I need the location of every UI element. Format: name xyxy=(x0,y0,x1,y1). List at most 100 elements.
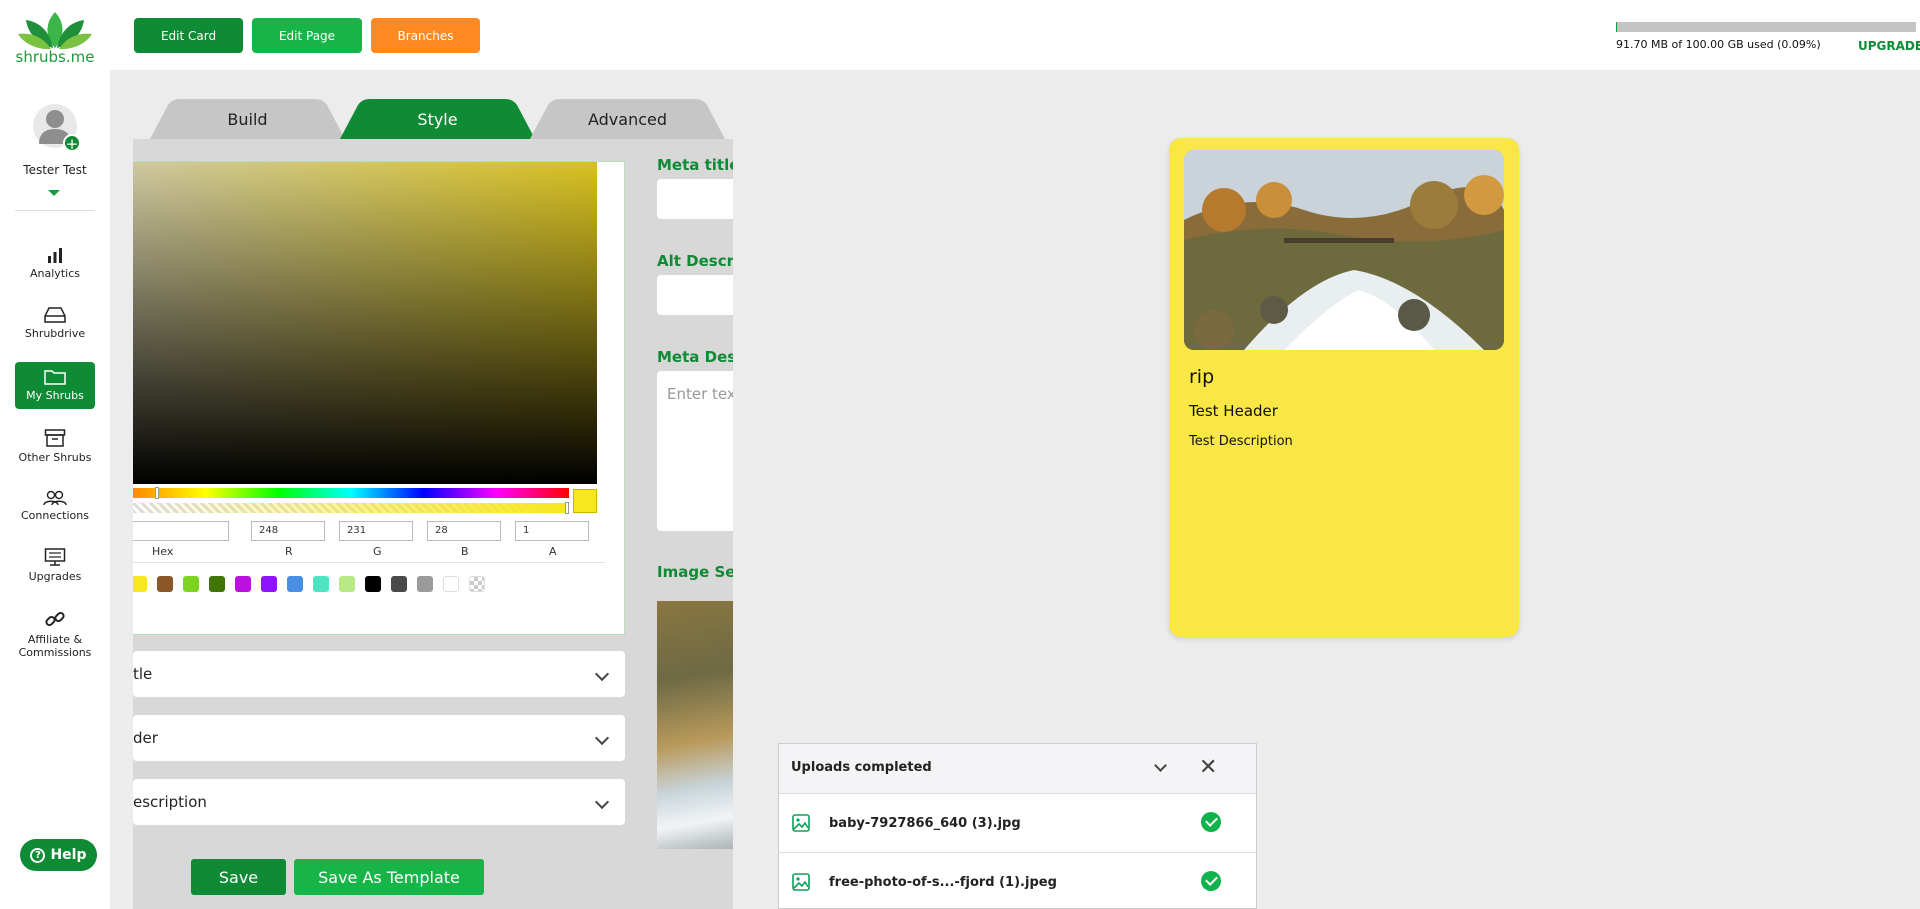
preset-swatch[interactable] xyxy=(391,576,407,592)
upload-row: baby-7927866_640 (3).jpg xyxy=(779,794,1256,852)
sidebar-item-label-2: Commissions xyxy=(18,646,92,659)
preset-swatch[interactable] xyxy=(313,576,329,592)
preset-swatch[interactable] xyxy=(157,576,173,592)
hue-slider-handle[interactable] xyxy=(155,487,159,499)
card-image xyxy=(1184,150,1504,350)
upload-file-name: free-photo-of-s...-fjord (1).jpeg xyxy=(829,875,1057,890)
preset-swatch[interactable] xyxy=(235,576,251,592)
accordion-header[interactable]: der xyxy=(133,715,625,761)
tab-label: Build xyxy=(227,109,268,129)
green-input[interactable]: 231 xyxy=(339,521,413,541)
card-description: Test Description xyxy=(1189,434,1293,449)
preset-swatch[interactable] xyxy=(261,576,277,592)
waterfall-image xyxy=(1184,150,1504,350)
preset-swatch[interactable] xyxy=(133,576,147,592)
avatar[interactable]: + xyxy=(33,104,81,153)
users-icon xyxy=(43,490,67,506)
alpha-input[interactable]: 1 xyxy=(515,521,589,541)
sidebar-item-my-shrubs[interactable]: My Shrubs xyxy=(15,362,95,409)
help-button[interactable]: ? Help xyxy=(20,839,97,871)
preset-swatch[interactable] xyxy=(339,576,355,592)
sidebar-item-affiliate[interactable]: Affiliate & Commissions xyxy=(15,610,95,659)
card-title: rip xyxy=(1189,366,1215,388)
hex-input[interactable] xyxy=(133,521,229,541)
hue-slider[interactable] xyxy=(133,488,569,498)
blue-label: B xyxy=(461,545,469,558)
sidebar-item-analytics[interactable]: Analytics xyxy=(15,246,95,280)
edit-card-button[interactable]: Edit Card xyxy=(134,18,243,53)
add-avatar-icon[interactable]: + xyxy=(63,134,81,153)
alt-description-input[interactable] xyxy=(657,275,733,315)
accordion-description[interactable]: escription xyxy=(133,779,625,825)
meta-title-label: Meta title xyxy=(657,156,733,174)
brand-name: shrubs.me xyxy=(15,48,95,66)
monitor-icon xyxy=(44,548,66,566)
preset-swatch[interactable] xyxy=(443,576,459,592)
hex-label: Hex xyxy=(152,545,174,558)
tab-style[interactable]: Style xyxy=(340,99,535,139)
collapse-chevron-icon[interactable] xyxy=(1154,759,1167,772)
upload-row: free-photo-of-s...-fjord (1).jpeg xyxy=(779,852,1256,909)
user-name: Tester Test xyxy=(23,163,87,177)
close-icon[interactable]: ✕ xyxy=(1199,757,1217,779)
sidebar-item-upgrades[interactable]: Upgrades xyxy=(15,547,95,583)
branches-button[interactable]: Branches xyxy=(371,18,480,53)
link-icon xyxy=(45,611,65,627)
leaf-logo-icon xyxy=(18,12,92,50)
storage-usage-bar xyxy=(1616,22,1916,32)
edit-page-button[interactable]: Edit Page xyxy=(252,18,362,53)
tab-label: Advanced xyxy=(587,109,668,129)
preset-swatch[interactable] xyxy=(287,576,303,592)
red-input[interactable]: 248 xyxy=(251,521,325,541)
alpha-slider-handle[interactable] xyxy=(565,502,569,514)
uploads-panel: Uploads completed ✕ baby-7927866_640 (3)… xyxy=(778,743,1257,909)
save-button[interactable]: Save xyxy=(191,859,286,895)
blue-input[interactable]: 28 xyxy=(427,521,501,541)
card-header: Test Header xyxy=(1189,402,1278,420)
preset-swatch[interactable] xyxy=(209,576,225,592)
upload-file-name: baby-7927866_640 (3).jpg xyxy=(829,816,1021,831)
upgrade-link[interactable]: UPGRADE xyxy=(1858,39,1920,53)
sidebar-item-label: Analytics xyxy=(30,267,80,280)
accordion-title[interactable]: tle xyxy=(133,651,625,697)
accordion-label: escription xyxy=(133,793,207,811)
bar-chart-icon xyxy=(48,248,62,263)
preset-swatch[interactable] xyxy=(365,576,381,592)
saturation-value-area[interactable] xyxy=(133,162,597,484)
image-settings-thumbnail[interactable] xyxy=(657,601,733,849)
sidebar-item-shrubdrive[interactable]: Shrubdrive xyxy=(15,306,95,340)
preset-swatch[interactable] xyxy=(469,576,485,592)
image-settings-label: Image Sett xyxy=(657,563,733,581)
tab-advanced[interactable]: Advanced xyxy=(530,99,725,139)
sidebar-item-label: My Shrubs xyxy=(26,389,84,402)
sidebar-item-connections[interactable]: Connections xyxy=(15,490,95,522)
current-color-swatch xyxy=(573,489,597,513)
save-as-template-button[interactable]: Save As Template xyxy=(294,859,484,895)
logo[interactable]: shrubs.me xyxy=(12,10,98,66)
tab-build[interactable]: Build xyxy=(150,99,345,139)
drive-icon xyxy=(44,307,66,323)
check-circle-icon xyxy=(1201,871,1221,891)
preset-swatch[interactable] xyxy=(417,576,433,592)
meta-description-textarea[interactable]: Enter text xyxy=(657,371,733,531)
red-label: R xyxy=(285,545,293,558)
alt-description-label: Alt Descrip xyxy=(657,252,733,270)
sidebar: shrubs.me + Tester Test Analytics Shrubd… xyxy=(0,0,110,909)
sidebar-item-label: Upgrades xyxy=(28,570,82,583)
user-menu-caret-icon[interactable] xyxy=(48,190,60,196)
archive-icon xyxy=(44,429,66,447)
green-label: G xyxy=(373,545,382,558)
check-circle-icon xyxy=(1201,812,1221,832)
meta-title-input[interactable] xyxy=(657,179,733,219)
alpha-label: A xyxy=(549,545,557,558)
card-preview[interactable]: rip Test Header Test Description xyxy=(1169,138,1519,637)
tab-label: Style xyxy=(417,109,458,129)
folder-icon xyxy=(44,370,66,385)
chevron-down-icon xyxy=(594,666,610,682)
question-icon: ? xyxy=(30,847,46,863)
preset-swatch[interactable] xyxy=(183,576,199,592)
sidebar-item-label: Shrubdrive xyxy=(24,327,86,340)
alpha-slider[interactable] xyxy=(133,503,569,513)
picker-divider xyxy=(133,562,605,563)
sidebar-item-other-shrubs[interactable]: Other Shrubs xyxy=(15,428,95,464)
